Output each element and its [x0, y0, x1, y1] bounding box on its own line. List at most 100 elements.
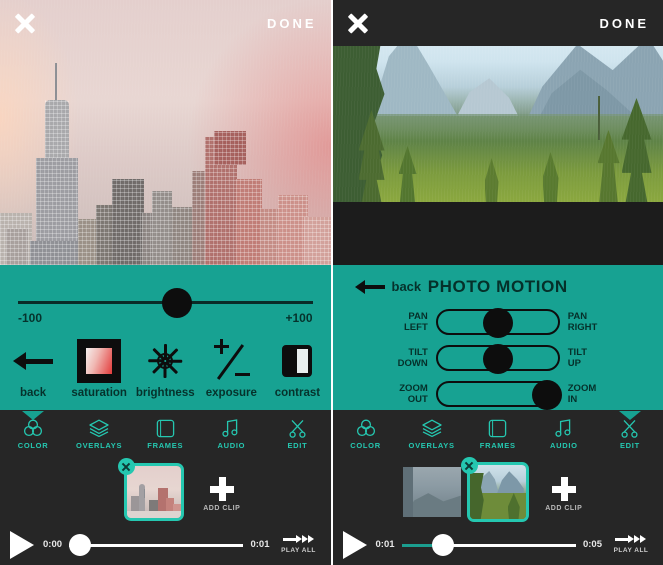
nav-item-frames[interactable]: FRAMES	[132, 417, 198, 450]
frame-square-icon	[156, 417, 175, 439]
pan-left-label: PAN LEFT	[404, 311, 428, 333]
nav-item-audio[interactable]: AUDIO	[198, 417, 264, 450]
scrubber-track[interactable]	[69, 543, 244, 547]
play-all-button[interactable]: PLAY ALL	[277, 535, 321, 554]
motion-rows: PAN LEFT PAN RIGHT TILT DOWN TILT UP ZOOM OUT…	[333, 307, 663, 415]
frame-square-icon	[488, 417, 507, 439]
nav-item-edit[interactable]: EDIT	[597, 417, 663, 450]
tool-brightness[interactable]: brightness	[132, 337, 198, 399]
right-screen: DONE back PHOTO MOTION PAN LEFT PAN RIGHT …	[332, 0, 663, 565]
close-icon[interactable]	[14, 12, 36, 34]
nav-label: EDIT	[287, 441, 308, 450]
fast-forward-icon	[615, 535, 647, 544]
left-clip-strip: ADD CLIP	[0, 456, 331, 526]
left-topbar: DONE	[0, 0, 331, 46]
slider-max-label: +100	[285, 311, 313, 325]
add-clip-button[interactable]: ADD CLIP	[535, 476, 593, 512]
nav-label: OVERLAYS	[408, 441, 455, 450]
slider-knob[interactable]	[162, 288, 193, 318]
nav-label: AUDIO	[549, 441, 578, 450]
tilt-toggle-row: TILT DOWN TILT UP	[333, 343, 663, 374]
nav-item-color[interactable]: COLOR	[0, 417, 66, 450]
color-adjust-panel: -100 +100 back saturation brightness exp…	[0, 265, 331, 410]
nav-label: COLOR	[17, 441, 49, 450]
tilt-up-label: TILT UP	[567, 347, 588, 369]
brightness-icon	[148, 344, 183, 378]
nav-item-overlays[interactable]: OVERLAYS	[66, 417, 132, 450]
left-playback-bar: 0:00 0:01 PLAY ALL	[0, 524, 331, 565]
pan-toggle-row: PAN LEFT PAN RIGHT	[333, 307, 663, 338]
play-all-label: PLAY ALL	[281, 547, 316, 554]
delete-clip-badge[interactable]	[117, 458, 135, 475]
zoom-toggle-row: ZOOM OUT ZOOM IN	[333, 379, 663, 410]
layers-icon	[421, 417, 443, 439]
layers-icon	[88, 417, 110, 439]
tool-contrast[interactable]: contrast	[264, 337, 330, 399]
tilt-toggle-knob[interactable]	[482, 344, 513, 374]
right-topbar: DONE	[332, 0, 663, 46]
pan-right-label: PAN RIGHT	[567, 311, 598, 333]
playback-scrubber[interactable]	[401, 533, 576, 556]
clip-thumbnail[interactable]	[402, 467, 461, 517]
fast-forward-icon	[282, 535, 315, 544]
contrast-icon	[282, 345, 313, 377]
play-all-button[interactable]: PLAY ALL	[609, 535, 653, 554]
scissors-icon	[620, 417, 639, 439]
tool-exposure[interactable]: exposure	[198, 337, 264, 399]
pan-toggle-knob[interactable]	[482, 308, 513, 338]
nav-item-edit[interactable]: EDIT	[264, 417, 330, 450]
tilt-down-label: TILT DOWN	[397, 347, 428, 369]
add-clip-button[interactable]: ADD CLIP	[193, 476, 251, 512]
right-clip-strip: ADD CLIP	[332, 456, 663, 526]
slider-min-label: -100	[18, 311, 43, 325]
photo-motion-title: PHOTO MOTION	[427, 277, 568, 296]
total-time: 0:01	[250, 539, 270, 550]
done-button[interactable]: DONE	[267, 16, 317, 31]
app-screenshot: DONE -100 +100 back saturation brightnes…	[0, 0, 663, 565]
pan-toggle[interactable]	[435, 308, 560, 338]
right-playback-bar: 0:01 0:05 PLAY ALL	[332, 524, 663, 565]
play-all-label: PLAY ALL	[613, 547, 649, 554]
nav-label: FRAMES	[147, 441, 184, 450]
current-time: 0:00	[43, 539, 63, 550]
saturation-icon	[77, 339, 122, 383]
playback-scrubber[interactable]	[69, 533, 244, 556]
zoom-toggle[interactable]	[435, 380, 562, 410]
nav-item-color[interactable]: COLOR	[333, 417, 399, 450]
nav-item-audio[interactable]: AUDIO	[531, 417, 597, 450]
music-note-icon	[222, 417, 240, 439]
zoom-toggle-knob[interactable]	[531, 380, 562, 410]
tool-label: brightness	[135, 387, 195, 399]
plus-icon	[551, 476, 576, 501]
zoom-out-label: ZOOM OUT	[399, 383, 428, 405]
clip-thumbnail-selected[interactable]	[117, 458, 184, 521]
nav-label: EDIT	[619, 441, 640, 450]
right-bottom-nav: COLOR OVERLAYS FRAMES AUDIO EDIT	[332, 411, 663, 456]
tool-label: saturation	[71, 387, 127, 399]
zoom-in-label: ZOOM IN	[567, 383, 597, 405]
left-bottom-nav: COLOR OVERLAYS FRAMES AUDIO EDIT	[0, 411, 331, 456]
tool-back[interactable]: back	[0, 337, 66, 399]
color-circles-icon	[356, 417, 376, 439]
exposure-icon	[212, 339, 251, 380]
done-button[interactable]: DONE	[599, 16, 649, 31]
left-screen: DONE -100 +100 back saturation brightnes…	[0, 0, 331, 565]
panel-divider	[330, 0, 332, 565]
nav-item-frames[interactable]: FRAMES	[465, 417, 531, 450]
close-icon[interactable]	[347, 12, 369, 34]
scrubber-knob[interactable]	[69, 533, 92, 556]
scrubber-knob[interactable]	[432, 533, 455, 556]
nav-active-caret	[619, 411, 641, 420]
tool-saturation[interactable]: saturation	[66, 337, 132, 399]
music-note-icon	[555, 417, 573, 439]
photo-motion-panel: back PHOTO MOTION PAN LEFT PAN RIGHT TILT D…	[332, 265, 663, 410]
play-icon[interactable]	[342, 530, 367, 559]
tilt-toggle[interactable]	[435, 344, 560, 374]
saturation-slider[interactable]: -100 +100	[18, 285, 313, 327]
nav-label: OVERLAYS	[76, 441, 123, 450]
delete-clip-badge[interactable]	[460, 457, 478, 474]
nav-item-overlays[interactable]: OVERLAYS	[399, 417, 465, 450]
clip-thumbnail-selected[interactable]	[460, 457, 529, 522]
play-icon[interactable]	[10, 530, 34, 559]
tool-label: exposure	[205, 387, 257, 399]
